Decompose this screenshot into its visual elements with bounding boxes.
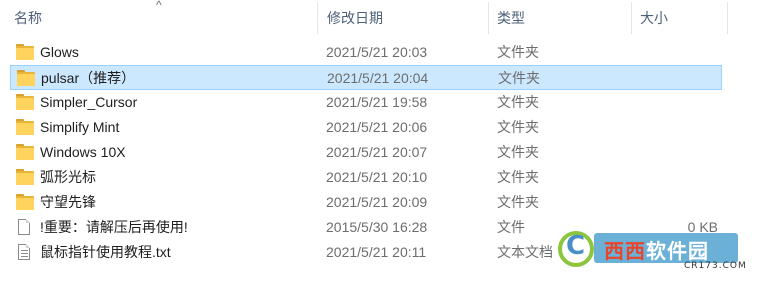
column-header-name[interactable]: 名称 — [14, 0, 42, 36]
column-divider[interactable] — [631, 2, 632, 34]
file-type: 文件夹 — [497, 169, 539, 185]
file-row[interactable]: Glows 2021/5/21 20:03 文件夹 — [10, 40, 722, 65]
file-icon — [16, 219, 34, 236]
file-date-modified: 2021/5/21 20:07 — [326, 144, 428, 160]
column-header-date-modified[interactable]: 修改日期 — [327, 0, 383, 36]
folder-icon — [16, 169, 34, 186]
file-type: 文件夹 — [497, 144, 539, 160]
text-file-icon — [16, 244, 34, 261]
file-type: 文件夹 — [498, 70, 540, 86]
file-size — [631, 66, 719, 91]
file-date-modified: 2021/5/21 20:06 — [326, 119, 428, 135]
file-size — [630, 165, 718, 190]
file-type: 文件夹 — [497, 119, 539, 135]
file-name: Glows — [40, 44, 79, 60]
sort-indicator[interactable]: ^ — [156, 0, 162, 11]
file-row-selected[interactable]: pulsar（推荐） 2021/5/21 20:04 文件夹 — [10, 65, 722, 90]
file-size — [630, 190, 718, 215]
file-name: 守望先锋 — [40, 194, 96, 210]
file-type: 文件 — [497, 219, 525, 235]
file-date-modified: 2021/5/21 20:04 — [327, 70, 429, 86]
file-date-modified: 2021/5/21 20:11 — [326, 244, 427, 260]
column-header-bar: ^ 名称 修改日期 类型 大小 — [0, 0, 758, 38]
column-divider[interactable] — [727, 2, 728, 34]
file-type: 文件夹 — [497, 44, 539, 60]
file-row[interactable]: Windows 10X 2021/5/21 20:07 文件夹 — [10, 140, 722, 165]
file-date-modified: 2021/5/21 20:09 — [326, 194, 428, 210]
file-date-modified: 2015/5/30 16:28 — [326, 219, 428, 235]
file-name: 弧形光标 — [40, 169, 96, 185]
folder-icon — [16, 194, 34, 211]
folder-icon — [16, 44, 34, 61]
column-header-type[interactable]: 类型 — [497, 0, 525, 36]
folder-icon — [16, 94, 34, 111]
file-date-modified: 2021/5/21 20:10 — [326, 169, 428, 185]
folder-icon — [16, 119, 34, 136]
file-name: pulsar（推荐） — [41, 70, 136, 86]
watermark-brand: 西西软件园 — [604, 239, 709, 263]
column-divider[interactable] — [317, 2, 318, 34]
column-divider[interactable] — [488, 2, 489, 34]
file-date-modified: 2021/5/21 19:58 — [326, 94, 428, 110]
file-size — [630, 140, 718, 165]
watermark-domain: CR173.COM — [684, 261, 747, 271]
file-row[interactable]: Simplify Mint 2021/5/21 20:06 文件夹 — [10, 115, 722, 140]
file-row[interactable]: Simpler_Cursor 2021/5/21 19:58 文件夹 — [10, 90, 722, 115]
folder-icon — [16, 144, 34, 161]
file-name: 鼠标指针使用教程.txt — [40, 244, 171, 260]
site-watermark-logo: C 西西软件园 CR173.COM — [556, 229, 746, 273]
file-size — [630, 115, 718, 140]
folder-icon — [17, 70, 35, 87]
watermark-c-letter: C — [566, 231, 586, 261]
file-row[interactable]: 弧形光标 2021/5/21 20:10 文件夹 — [10, 165, 722, 190]
file-name: Windows 10X — [40, 144, 126, 160]
file-name: !重要：请解压后再使用! — [40, 219, 188, 235]
file-type: 文件夹 — [497, 194, 539, 210]
file-name: Simplify Mint — [40, 119, 120, 135]
file-size — [630, 90, 718, 115]
column-header-size[interactable]: 大小 — [640, 0, 668, 36]
file-type: 文本文档 — [497, 244, 553, 260]
file-row[interactable]: 守望先锋 2021/5/21 20:09 文件夹 — [10, 190, 722, 215]
file-type: 文件夹 — [497, 94, 539, 110]
file-size — [630, 40, 718, 65]
file-name: Simpler_Cursor — [40, 94, 138, 110]
file-date-modified: 2021/5/21 20:03 — [326, 44, 428, 60]
